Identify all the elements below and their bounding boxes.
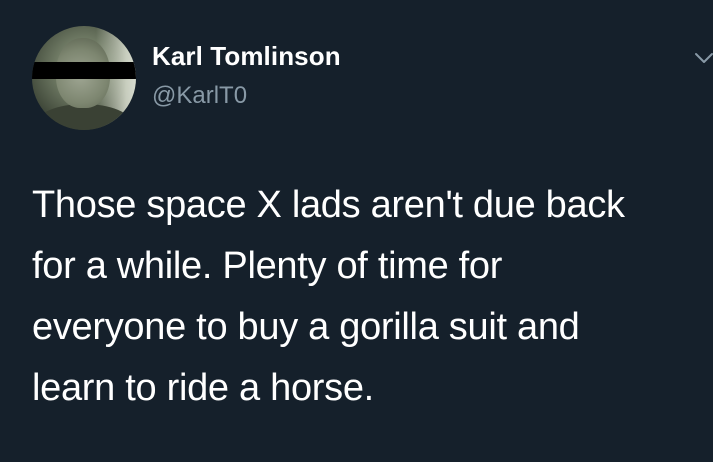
avatar-censor-bar — [32, 62, 136, 79]
author-handle[interactable]: @KarlT0 — [152, 82, 247, 110]
avatar[interactable] — [32, 26, 136, 130]
author-display-name[interactable]: Karl Tomlinson — [152, 41, 341, 72]
tweet-card: Karl Tomlinson @KarlT0 Those space X lad… — [0, 0, 713, 462]
tweet-text: Those space X lads aren't due back for a… — [32, 184, 625, 409]
chevron-down-icon[interactable] — [694, 50, 713, 66]
